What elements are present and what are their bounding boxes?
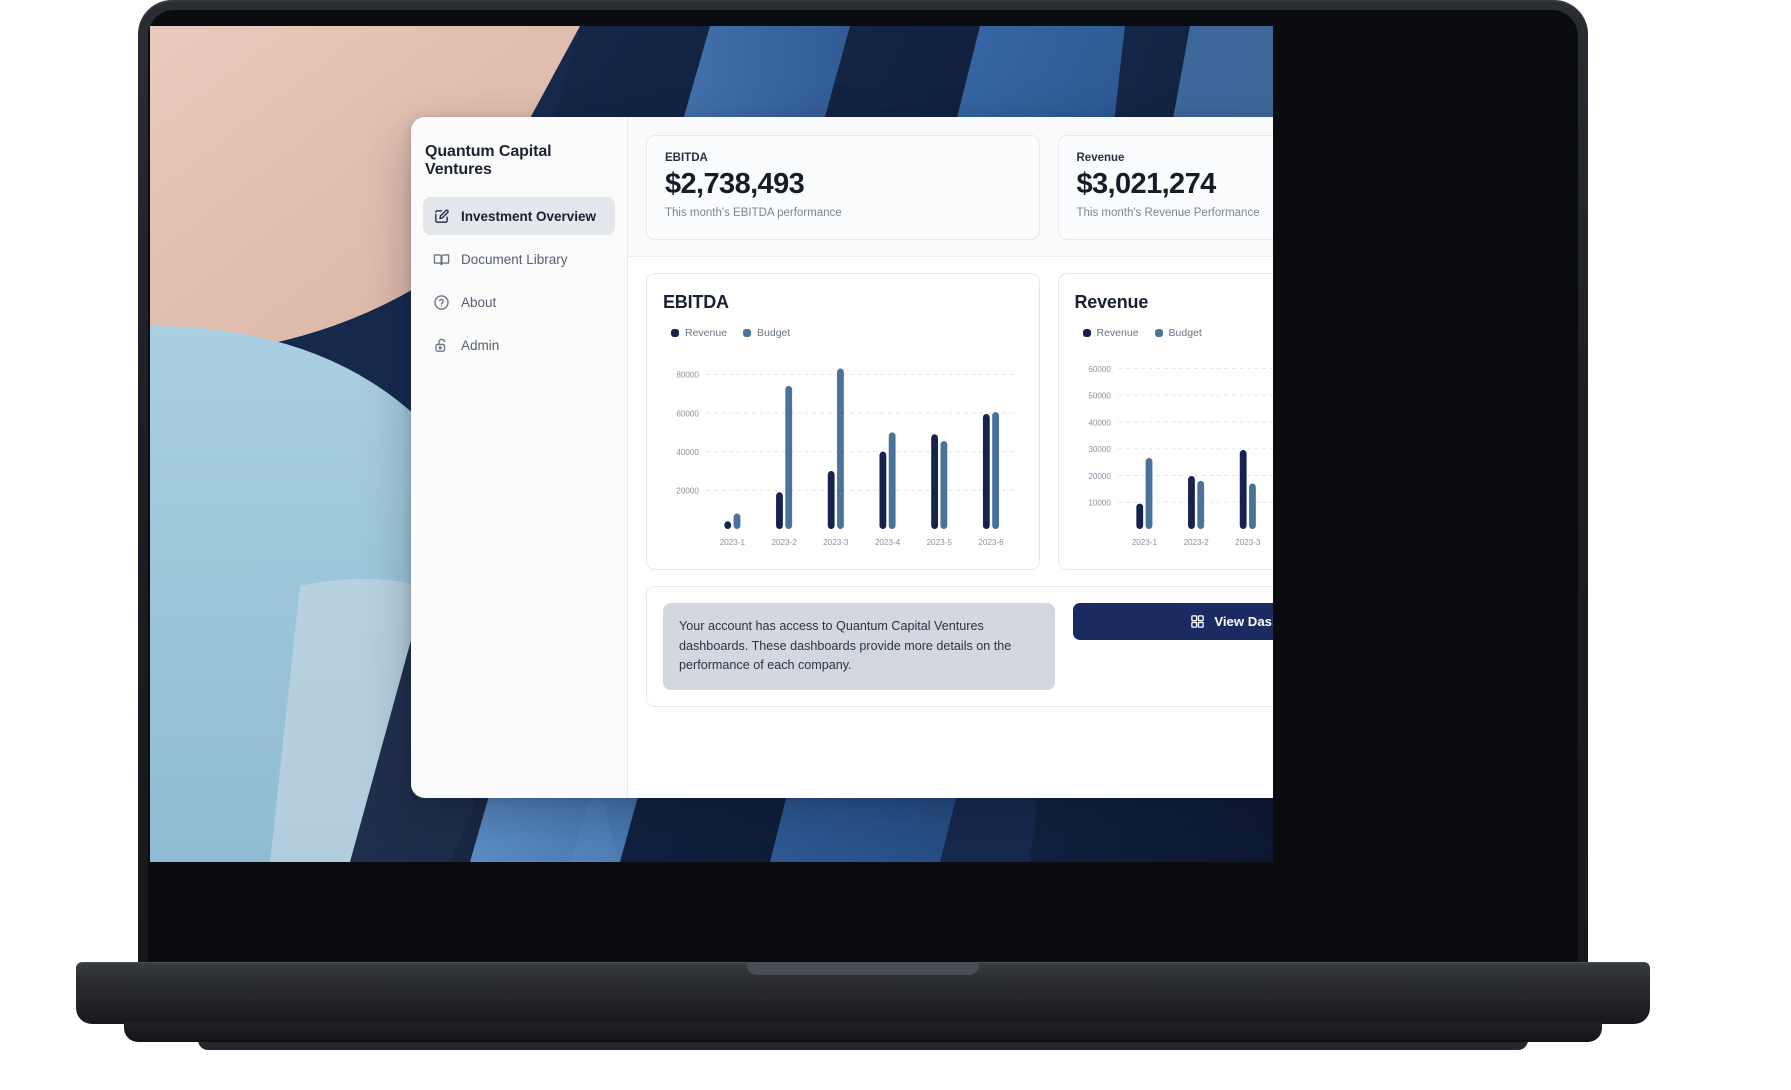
- kpi-subtitle: This month's Revenue Performance: [1076, 207, 1260, 220]
- grid-icon: [1190, 614, 1205, 629]
- legend-swatch-budget: [743, 329, 752, 338]
- laptop-lid: Quantum Capital Ventures Investment Over…: [138, 0, 1588, 977]
- sidebar-item-label: Document Library: [461, 251, 568, 267]
- kpi-label: Revenue: [1076, 152, 1125, 164]
- app-window: Quantum Capital Ventures Investment Over…: [411, 117, 1273, 798]
- unlock-icon: [433, 337, 450, 354]
- laptop-base: [124, 1022, 1602, 1042]
- svg-text:2023-4: 2023-4: [875, 537, 901, 547]
- legend-item-budget: Budget: [1154, 327, 1202, 340]
- chart-card-ebitda: EBITDA Revenue Budget 20000 40000 60000 …: [646, 273, 1040, 571]
- svg-text:2023-3: 2023-3: [823, 537, 849, 547]
- deck-notch: [747, 962, 979, 975]
- legend-swatch-revenue: [671, 329, 679, 338]
- kpi-subtitle: This month's EBITDA performance: [665, 207, 842, 220]
- legend-item-budget: Budget: [743, 327, 790, 339]
- svg-text:60000: 60000: [1088, 364, 1111, 374]
- account-notice: Your account has access to Quantum Capit…: [663, 603, 1055, 690]
- sidebar-nav: Investment Overview Document Library Abo…: [411, 197, 627, 364]
- svg-text:2023-3: 2023-3: [1235, 537, 1261, 547]
- legend-label: Budget: [757, 327, 791, 340]
- svg-text:2023-6: 2023-6: [978, 537, 1004, 547]
- book-open-icon: [433, 251, 450, 268]
- button-label: View Dashboard: [1214, 614, 1273, 630]
- legend-item-revenue: Revenue: [1082, 327, 1139, 340]
- svg-text:10000: 10000: [1088, 498, 1111, 508]
- chart-card-revenue: Revenue Revenue Budget 10000 20000 30000…: [1057, 273, 1274, 571]
- legend-swatch-revenue: [1082, 329, 1091, 338]
- legend-swatch-budget: [1154, 329, 1163, 338]
- charts-row: EBITDA Revenue Budget 20000 40000 60000 …: [628, 257, 1274, 571]
- legend-label: Revenue: [685, 327, 728, 340]
- svg-text:30000: 30000: [1088, 444, 1111, 454]
- sidebar-item-about[interactable]: About: [423, 283, 615, 321]
- legend-item-revenue: Revenue: [671, 327, 727, 339]
- legend-label: Budget: [1168, 327, 1202, 340]
- edit-square-icon: [433, 208, 450, 225]
- footer-panel: Your account has access to Quantum Capit…: [646, 586, 1273, 707]
- sidebar: Quantum Capital Ventures Investment Over…: [411, 117, 628, 798]
- laptop-bezel: Quantum Capital Ventures Investment Over…: [148, 10, 1578, 965]
- question-circle-icon: [433, 294, 450, 311]
- sidebar-item-label: Investment Overview: [461, 208, 597, 224]
- svg-text:50000: 50000: [1088, 391, 1111, 401]
- main-content: EBITDA $2,738,493 This month's EBITDA pe…: [628, 117, 1273, 798]
- kpi-value: $3,021,274: [1076, 168, 1217, 200]
- svg-text:2023-2: 2023-2: [771, 537, 797, 547]
- legend-label: Revenue: [1096, 327, 1139, 340]
- sidebar-item-label: About: [461, 294, 497, 310]
- screenshot-scene: Quantum Capital Ventures Investment Over…: [0, 0, 1791, 1090]
- button-column: View Dashboard: [1073, 603, 1273, 641]
- svg-text:40000: 40000: [676, 447, 699, 457]
- bar-chart-revenue: 10000 20000 30000 40000 50000 60000 2023-1 2023…: [1075, 347, 1273, 555]
- chart-legend: Revenue Budget: [1082, 327, 1274, 340]
- kpi-card-ebitda: EBITDA $2,738,493 This month's EBITDA pe…: [646, 135, 1040, 241]
- bar-chart-ebitda: 20000 40000 60000 80000 2023-1 2023-2 2023-3 20…: [663, 347, 1023, 555]
- sidebar-item-label: Admin: [461, 337, 500, 353]
- svg-text:80000: 80000: [676, 370, 699, 380]
- chart-title: Revenue: [1074, 292, 1149, 313]
- footer-panel-wrap: Your account has access to Quantum Capit…: [628, 570, 1273, 725]
- laptop-mockup: Quantum Capital Ventures Investment Over…: [76, 0, 1650, 1050]
- kpi-card-revenue: Revenue $3,021,274 This month's Revenue …: [1057, 135, 1273, 241]
- laptop-base-shadow: [198, 1040, 1528, 1050]
- kpi-label: EBITDA: [665, 152, 708, 164]
- svg-text:20000: 20000: [1088, 471, 1111, 481]
- chart-legend: Revenue Budget: [671, 327, 1023, 339]
- sidebar-item-investment-overview[interactable]: Investment Overview: [423, 197, 615, 235]
- sidebar-item-admin[interactable]: Admin: [423, 326, 615, 364]
- svg-text:2023-1: 2023-1: [1131, 537, 1157, 547]
- svg-text:2023-5: 2023-5: [927, 537, 953, 547]
- svg-text:60000: 60000: [676, 408, 699, 418]
- chart-title: EBITDA: [663, 292, 729, 313]
- brand-title: Quantum Capital Ventures: [425, 143, 552, 178]
- svg-text:20000: 20000: [676, 486, 699, 496]
- kpi-value: $2,738,493: [665, 168, 805, 200]
- laptop-screen: Quantum Capital Ventures Investment Over…: [150, 26, 1273, 862]
- kpi-row: EBITDA $2,738,493 This month's EBITDA pe…: [628, 117, 1273, 258]
- svg-text:2023-2: 2023-2: [1183, 537, 1209, 547]
- svg-text:2023-1: 2023-1: [720, 537, 746, 547]
- view-dashboard-button[interactable]: View Dashboard: [1073, 603, 1273, 641]
- svg-text:40000: 40000: [1088, 417, 1111, 427]
- sidebar-item-document-library[interactable]: Document Library: [423, 240, 615, 278]
